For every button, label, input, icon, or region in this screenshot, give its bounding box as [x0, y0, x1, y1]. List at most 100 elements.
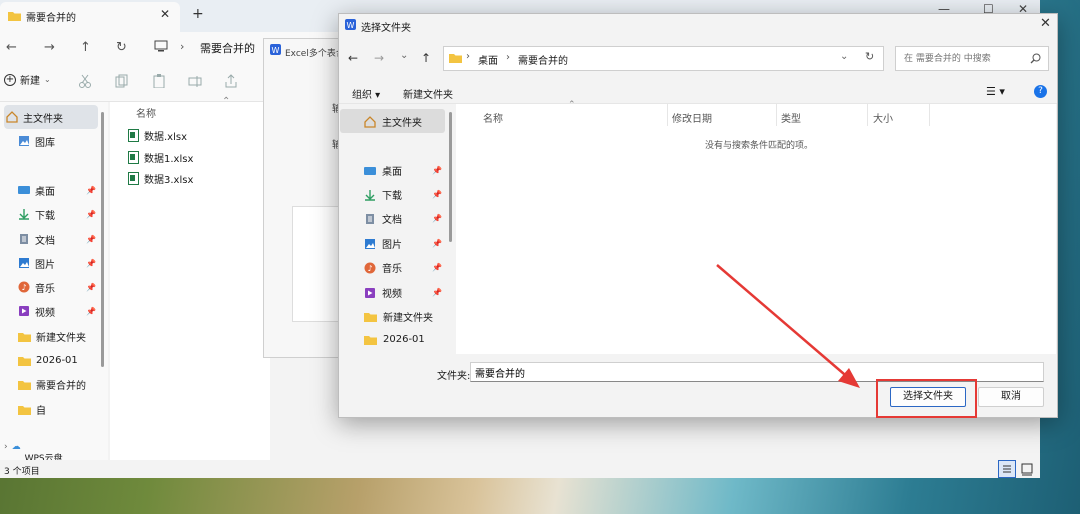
nav-item-desktop[interactable]: 桌面 📌	[364, 163, 446, 178]
folder-icon	[18, 356, 31, 366]
explorer-tab-title: 需要合并的	[26, 13, 76, 24]
document-icon	[366, 213, 374, 224]
back-icon[interactable]: ←	[348, 51, 358, 65]
column-separator[interactable]	[667, 104, 668, 126]
download-icon	[365, 189, 375, 201]
breadcrumb-desktop[interactable]: 桌面	[478, 52, 498, 67]
explorer-breadcrumb[interactable]: 需要合并的	[200, 40, 255, 56]
file-row[interactable]: 数据.xlsx	[128, 128, 187, 143]
dialog-breadcrumb: 桌面 › 需要合并的	[478, 52, 568, 67]
forward-icon[interactable]: →	[44, 40, 55, 55]
wps-logo-icon: W	[345, 19, 356, 30]
column-header-size[interactable]: 大小	[873, 110, 893, 125]
details-view-button[interactable]	[998, 460, 1016, 478]
svg-text:♪: ♪	[22, 283, 27, 292]
search-icon	[1030, 53, 1041, 64]
organize-menu[interactable]: 组织 ▾	[352, 86, 380, 101]
nav-item-music[interactable]: ♪ 音乐 📌	[364, 260, 446, 275]
sidebar-item-downloads[interactable]: 下载 📌	[18, 203, 100, 225]
picture-icon	[365, 238, 375, 249]
tiles-view-button[interactable]	[1020, 462, 1034, 476]
sidebar-item-new-folder[interactable]: 新建文件夹	[18, 325, 100, 347]
address-dropdown-icon[interactable]: ⌄	[840, 51, 848, 62]
sidebar-item-music[interactable]: ♪ 音乐 📌	[18, 276, 100, 298]
sidebar-item-documents[interactable]: 文档 📌	[18, 228, 100, 250]
cancel-button[interactable]: 取消	[978, 387, 1044, 407]
new-tab-icon[interactable]: +	[192, 6, 204, 22]
folder-label: 文件夹:	[437, 371, 471, 382]
sidebar-item-videos[interactable]: 视频 📌	[18, 300, 100, 322]
nav-scrollbar[interactable]	[449, 112, 452, 242]
folder-icon	[18, 332, 31, 342]
help-icon[interactable]: ?	[1034, 85, 1047, 98]
file-row[interactable]: 数据1.xlsx	[128, 150, 193, 165]
recent-locations-icon[interactable]: ⌄	[400, 50, 408, 61]
column-header-name[interactable]: 名称	[136, 105, 156, 120]
nav-item-videos[interactable]: 视频 📌	[364, 285, 446, 300]
sidebar-item-pictures[interactable]: 图片 📌	[18, 252, 100, 274]
nav-item-home-label[interactable]: 主文件夹	[364, 114, 446, 129]
status-bar	[0, 460, 1040, 478]
sidebar-item-home-label[interactable]: 主文件夹	[6, 106, 88, 128]
nav-item-documents[interactable]: 文档 📌	[364, 211, 446, 226]
refresh-icon[interactable]: ↻	[116, 40, 127, 55]
pin-icon: 📌	[432, 288, 442, 297]
new-button-label: 新建	[20, 76, 40, 87]
new-button[interactable]: + 新建 ⌄	[4, 72, 51, 87]
pin-icon: 📌	[432, 263, 442, 272]
column-separator[interactable]	[776, 104, 777, 126]
item-count: 3 个项目	[4, 467, 40, 477]
plus-icon: +	[4, 73, 16, 86]
music-icon: ♪	[364, 262, 376, 273]
pin-icon: 📌	[86, 258, 96, 268]
pin-icon: 📌	[432, 166, 442, 175]
video-icon	[19, 306, 29, 316]
music-icon: ♪	[18, 281, 30, 293]
sidebar-item-wps-cloud[interactable]: › ☁ WPS云盘	[4, 442, 92, 460]
folder-icon	[364, 313, 377, 322]
sidebar-item-desktop[interactable]: 桌面 📌	[18, 179, 100, 201]
column-header-date[interactable]: 修改日期	[672, 110, 712, 125]
sidebar-scrollbar[interactable]	[101, 112, 104, 367]
file-row[interactable]: 数据3.xlsx	[128, 171, 193, 186]
forward-icon[interactable]: →	[374, 51, 384, 65]
excel-file-icon	[128, 172, 139, 185]
close-icon[interactable]: ✕	[1040, 16, 1051, 31]
desktop-icon	[364, 166, 376, 175]
up-icon[interactable]: ↑	[80, 40, 91, 55]
column-header-name[interactable]: 名称	[483, 110, 503, 125]
nav-item-downloads[interactable]: 下载 📌	[364, 187, 446, 202]
search-input[interactable]	[895, 46, 1049, 71]
column-separator[interactable]	[929, 104, 930, 126]
copy-icon[interactable]	[114, 74, 128, 88]
svg-text:W: W	[347, 21, 355, 30]
back-icon[interactable]: ←	[6, 40, 17, 55]
rename-icon[interactable]	[188, 74, 202, 88]
nav-item-2026-01[interactable]: 2026-01	[364, 334, 446, 345]
monitor-icon[interactable]	[154, 40, 168, 52]
sidebar-item-gallery[interactable]: 图库	[18, 130, 100, 152]
column-header-type[interactable]: 类型	[781, 110, 801, 125]
refresh-icon[interactable]: ↻	[865, 50, 874, 63]
share-icon[interactable]	[224, 74, 238, 88]
video-icon	[365, 287, 375, 298]
cut-icon[interactable]	[78, 74, 92, 88]
sidebar-item-zi[interactable]: 自	[18, 398, 100, 420]
sort-up-icon: ⌃	[568, 100, 576, 110]
new-folder-button[interactable]: 新建文件夹	[403, 86, 453, 101]
paste-icon[interactable]	[152, 74, 166, 88]
view-options-button[interactable]: ☰ ▾	[986, 85, 1005, 98]
nav-item-new-folder[interactable]: 新建文件夹	[364, 309, 446, 324]
close-tab-icon[interactable]: ✕	[160, 7, 170, 21]
sidebar-item-merge[interactable]: 需要合并的	[18, 373, 100, 395]
sort-up-icon: ⌃	[222, 96, 231, 107]
pin-icon: 📌	[432, 239, 442, 248]
download-icon	[19, 209, 29, 220]
nav-item-pictures[interactable]: 图片 📌	[364, 236, 446, 251]
sidebar-item-2026-01[interactable]: 2026-01	[18, 349, 100, 371]
select-folder-button[interactable]: 选择文件夹	[890, 387, 966, 407]
column-separator[interactable]	[867, 104, 868, 126]
breadcrumb-merge[interactable]: 需要合并的	[518, 52, 568, 67]
svg-text:W: W	[272, 46, 280, 55]
up-icon[interactable]: ↑	[421, 51, 431, 65]
